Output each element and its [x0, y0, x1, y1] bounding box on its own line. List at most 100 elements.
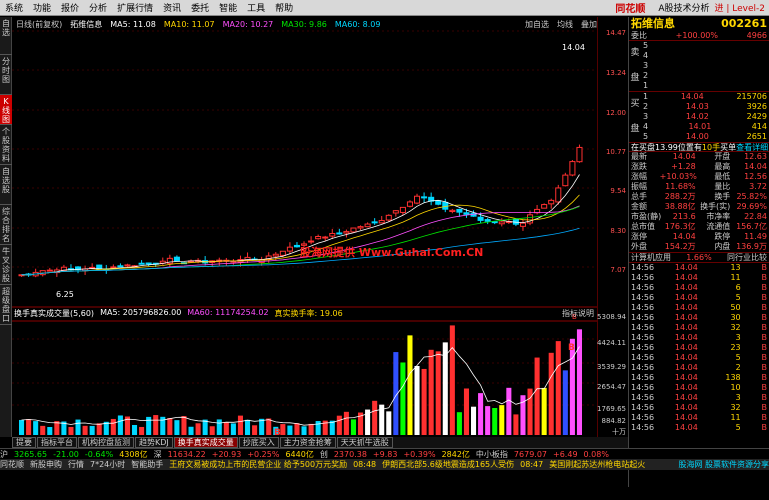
tick-side: B [761, 353, 768, 362]
volume-bar [548, 352, 554, 435]
menu-item[interactable]: 帮助 [270, 1, 298, 14]
app-logo: 同花顺 [615, 4, 646, 15]
volume-bar [153, 415, 159, 435]
status-item[interactable]: 智能助手 [131, 459, 163, 470]
volume-bar [421, 368, 427, 435]
volume-bar [82, 425, 88, 435]
zt-view-link[interactable]: 查看详细 [736, 143, 768, 152]
indicator-tab[interactable]: 机构控盘监测 [78, 437, 134, 448]
left-tab[interactable]: 综合排名 [0, 205, 12, 245]
tick-side: B [761, 303, 768, 312]
indicator-tab[interactable]: 趋势KDJ [135, 437, 173, 448]
overlay-button[interactable]: 叠加 [579, 19, 599, 30]
vol-indicator-title[interactable]: 换手真实成交量(5,60) [14, 308, 94, 319]
news-headline[interactable]: 王府文易被成功上市的民营企业 给予500万元奖励 [169, 459, 347, 470]
status-item[interactable]: 行情 [68, 459, 84, 470]
ad-label[interactable]: 股海网 股票软件资源分享 [678, 459, 769, 470]
sell-level: 5 [643, 41, 649, 50]
menu-item[interactable]: 分析 [84, 1, 112, 14]
news-headline[interactable]: 伊朗西北部5.6级地震造成165人受伤 [382, 459, 514, 470]
tick-side: B [761, 283, 768, 292]
tick-volume: 13 [730, 263, 741, 272]
left-tab[interactable]: 超级盘口 [0, 285, 12, 325]
indicator-tab[interactable]: 提要 [12, 437, 36, 448]
level2-indicator[interactable]: 进 | Level-2 [715, 1, 766, 14]
tick-time: 14:56 [631, 403, 655, 412]
stat-value: +10.03% [659, 172, 697, 181]
menu-item[interactable]: 报价 [56, 1, 84, 14]
webi-diff: 4966 [746, 31, 767, 40]
menu-item[interactable]: 资讯 [158, 1, 186, 14]
menu-item[interactable]: 工具 [242, 1, 270, 14]
candle-body [110, 266, 117, 269]
indicator-tab[interactable]: 天天抓牛选股 [336, 437, 393, 448]
volume-bar [400, 362, 406, 435]
candle-body [569, 161, 576, 176]
volume-bar [350, 419, 356, 435]
industry-compare[interactable]: 同行业比较 [727, 253, 767, 262]
candle-body [286, 246, 293, 252]
ma20-value: MA20: 10.27 [222, 19, 274, 29]
quote-panel: 拓维信息 002261 委比 +100.00% 4966 卖 盘 5 4 3 2… [628, 17, 769, 487]
stat-label: 总手 [631, 192, 647, 201]
indicator-tabs: 提要 指标平台 机构控盘监测 趋势KDJ 换手真实成交量 抄底买入 主力资金抢筹… [12, 437, 628, 448]
period-label[interactable]: 日线(前复权) [14, 19, 64, 30]
ma30-value: MA30: 9.86 [281, 19, 327, 29]
status-item[interactable]: 同花顺 [0, 459, 24, 470]
news-headline[interactable]: 美国刚起苏达州枪电站起火 [549, 459, 645, 470]
tick-row: 14:56 14.04 138 B [629, 373, 769, 383]
indicator-tab-active[interactable]: 换手真实成交量 [173, 437, 238, 448]
cy-amount: 2842亿 [441, 449, 470, 459]
volume-bar [555, 341, 561, 435]
candle-body [392, 210, 399, 214]
left-tab[interactable]: 个股资料 [0, 125, 12, 165]
ma-button[interactable]: 均线 [555, 19, 575, 30]
industry-name[interactable]: 计算机应用 [631, 253, 671, 262]
menu-item[interactable]: 扩展行情 [112, 1, 158, 14]
stat-label: 总市值 [631, 222, 655, 231]
add-favorite-button[interactable]: 加自选 [523, 19, 551, 30]
status-item[interactable]: 7*24小时 [90, 459, 125, 470]
sme-label: 中小板指 [475, 449, 508, 459]
left-tab[interactable]: 牛叉诊股 [0, 245, 12, 285]
left-tab[interactable]: 分时图 [0, 55, 12, 95]
indicator-tab[interactable]: 指标平台 [37, 437, 77, 448]
tick-side: B [761, 393, 768, 402]
volume-bar [541, 387, 547, 435]
tick-price: 14.04 [674, 343, 698, 352]
tick-volume: 3 [735, 333, 741, 342]
tick-side: B [761, 383, 768, 392]
stats-row: 市盈(静) 213.6 市净率 22.84 [629, 212, 769, 222]
volume-bar [223, 422, 229, 435]
indicator-tab[interactable]: 抄底买入 [238, 437, 279, 448]
sh-amount: 4308亿 [119, 449, 148, 459]
sme-change: +6.49 [553, 449, 578, 459]
menu-item[interactable]: 委托 [186, 1, 214, 14]
menu-item[interactable]: 系统 [0, 1, 28, 14]
indicator-tab[interactable]: 主力资金抢筹 [279, 437, 336, 448]
left-tab[interactable]: 自选 [0, 17, 12, 55]
tick-row: 14:56 14.04 11 B [629, 413, 769, 423]
volume-bar [463, 388, 469, 435]
left-tab[interactable]: 自选股 [0, 165, 12, 205]
tick-volume: 10 [730, 383, 741, 392]
candle-body [442, 201, 449, 210]
tick-row: 14:56 14.04 32 B [629, 323, 769, 333]
kline-chart[interactable]: 14.04 6.25 B B B [12, 17, 597, 437]
left-tab-active[interactable]: K线图 [0, 95, 12, 125]
volume-bar [280, 424, 286, 435]
buy-level: 4 [643, 122, 649, 131]
menu-item[interactable]: 功能 [28, 1, 56, 14]
candle-body [364, 223, 371, 228]
cy-label: 创 [319, 449, 328, 459]
menu-item[interactable]: 智能 [214, 1, 242, 14]
buy-volume: 215706 [736, 92, 767, 101]
sell-level: 3 [643, 61, 649, 70]
stat-label: 金额 [631, 202, 647, 211]
volume-bar [96, 423, 102, 435]
stats-row: 涨跌 +1.28 最高 14.04 [629, 162, 769, 172]
indicator-help[interactable]: 指标说明 [562, 308, 594, 319]
status-item[interactable]: 新股申购 [30, 459, 62, 470]
stock-name: 拓维信息 [70, 19, 103, 29]
tick-time: 14:56 [631, 343, 655, 352]
